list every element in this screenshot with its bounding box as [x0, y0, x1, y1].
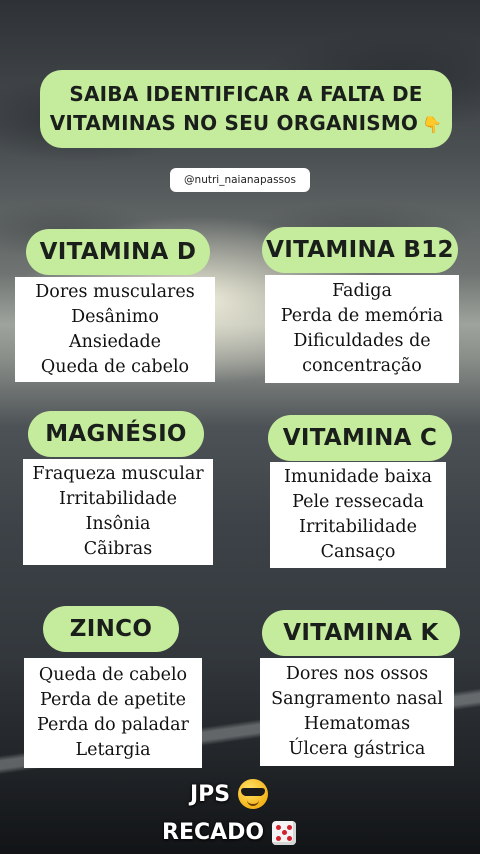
- title-line-2-text: VITAMINAS NO SEU ORGANISMO: [49, 110, 419, 135]
- symptom-item: Desânimo: [71, 306, 159, 327]
- title-line-2: VITAMINAS NO SEU ORGANISMO 👇: [50, 109, 443, 139]
- symptom-item: Sangramento nasal: [271, 689, 443, 709]
- dice-icon: [272, 820, 297, 845]
- title-line-1: SAIBA IDENTIFICAR A FALTA DE: [69, 81, 423, 106]
- footer-jps[interactable]: JPS: [190, 779, 269, 809]
- symptom-item: Ansiedade: [68, 331, 162, 352]
- symptom-item: Úlcera gástrica: [288, 739, 426, 759]
- symptom-item: Dores musculares: [35, 281, 195, 302]
- symptom-item: Perda de memória: [280, 306, 444, 326]
- symptom-item: Dificuldades de: [293, 331, 431, 351]
- card-zinco-header: ZINCO: [43, 606, 179, 652]
- symptom-item: Imunidade baixa: [284, 467, 432, 487]
- symptom-item: Queda de cabelo: [38, 665, 188, 685]
- sunglasses-icon: [238, 779, 269, 809]
- symptom-item: Queda de cabelo: [40, 356, 190, 377]
- symptom-item: Insônia: [85, 514, 151, 534]
- symptom-item: Pele ressecada: [292, 492, 424, 512]
- symptom-item: Perda de apetite: [39, 690, 187, 710]
- symptom-item: Letargia: [75, 740, 151, 760]
- symptom-item: Dores nos ossos: [285, 664, 429, 684]
- card-vitamina-k-body: Dores nos ossos Sangramento nasal Hemato…: [260, 658, 454, 766]
- card-vitamina-b12-body: Fadiga Perda de memória Dificuldades de …: [265, 275, 459, 383]
- symptom-item: concentração: [302, 356, 422, 376]
- symptom-item: Irritabilidade: [299, 517, 417, 537]
- card-vitamina-k-header: VITAMINA K: [262, 610, 460, 656]
- card-magnesio-header: MAGNÉSIO: [28, 411, 204, 457]
- symptom-item: Cansaço: [320, 542, 396, 562]
- title-banner: SAIBA IDENTIFICAR A FALTA DE VITAMINAS N…: [40, 70, 452, 148]
- footer-recado-label: RECADO: [162, 820, 265, 845]
- card-vitamina-b12-header: VITAMINA B12: [262, 227, 458, 273]
- card-vitamina-d-body: Dores musculares Desânimo Ansiedade Qued…: [15, 277, 215, 382]
- footer-recado[interactable]: RECADO: [162, 820, 297, 845]
- footer-jps-label: JPS: [190, 781, 231, 807]
- card-vitamina-d-header: VITAMINA D: [26, 229, 210, 275]
- card-vitamina-c-header: VITAMINA C: [268, 415, 452, 461]
- symptom-item: Fraqueza muscular: [32, 464, 204, 484]
- card-vitamina-c-body: Imunidade baixa Pele ressecada Irritabil…: [270, 462, 446, 568]
- card-magnesio-body: Fraqueza muscular Irritabilidade Insônia…: [23, 459, 213, 565]
- symptom-item: Irritabilidade: [59, 489, 177, 509]
- pointing-down-hand-icon: 👇: [422, 114, 443, 134]
- author-handle-sticker[interactable]: @nutri_naianapassos: [170, 168, 310, 192]
- symptom-item: Fadiga: [332, 281, 392, 301]
- symptom-item: Cãibras: [83, 539, 153, 559]
- symptom-item: Hematomas: [303, 714, 411, 734]
- card-zinco-body: Queda de cabelo Perda de apetite Perda d…: [24, 658, 202, 768]
- symptom-item: Perda do paladar: [37, 715, 189, 735]
